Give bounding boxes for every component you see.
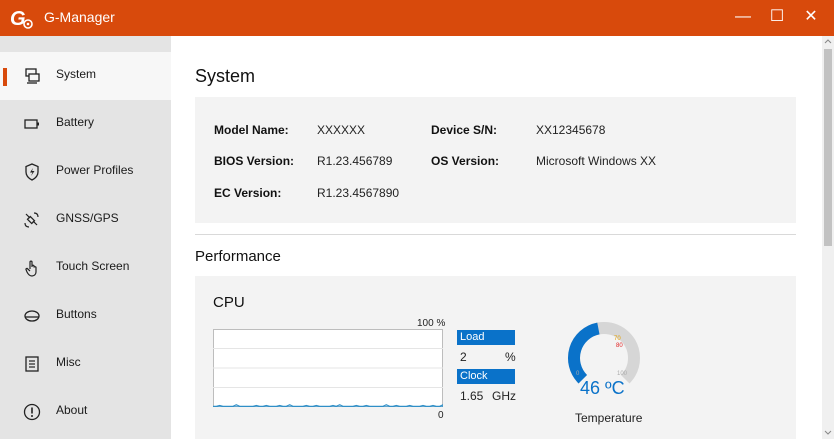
ec-version-value: R1.23.4567890 (317, 186, 400, 200)
load-label: Load (460, 331, 485, 343)
app-title: G-Manager (44, 9, 115, 25)
sidebar-item-label: Battery (56, 115, 95, 129)
active-indicator (3, 68, 7, 86)
performance-title: Performance (195, 248, 281, 265)
bios-version-value: R1.23.456789 (317, 154, 393, 168)
load-chip: Load (457, 330, 515, 345)
close-button[interactable]: ✕ (794, 0, 828, 36)
touch-hand-icon (25, 260, 37, 277)
svg-text:G: G (10, 8, 26, 30)
device-sn-label: Device S/N: (431, 123, 498, 137)
maximize-button[interactable]: ☐ (760, 0, 794, 36)
clock-label: Clock (460, 370, 488, 382)
scroll-down-icon[interactable] (824, 430, 832, 436)
power-profile-shield-icon (25, 163, 39, 181)
scrollbar-thumb[interactable] (824, 49, 832, 246)
button-icon (24, 310, 40, 322)
sidebar-item-gnss-gps[interactable]: GNSS/GPS (0, 196, 171, 244)
performance-card: CPU 100 % 0 Load 2 % Clock 1.65 GHz 70 8… (195, 276, 796, 439)
device-sn-value: XX12345678 (536, 123, 606, 137)
scroll-up-icon[interactable] (824, 38, 832, 44)
clock-value: 1.65 (460, 389, 484, 403)
os-version-label: OS Version: (431, 154, 500, 168)
sidebar-item-label: GNSS/GPS (56, 211, 119, 225)
system-icon (25, 68, 40, 84)
temperature-gauge: 70 80 0 100 (568, 322, 640, 384)
sidebar-item-label: System (56, 67, 97, 81)
gauge-tick-80: 80 (616, 343, 623, 349)
title-bar: G G-Manager — ☐ ✕ (0, 0, 834, 36)
vertical-scrollbar[interactable] (822, 36, 834, 439)
sidebar-item-label: Buttons (56, 307, 97, 321)
load-value: 2 (460, 350, 467, 364)
gauge-tick-100: 100 (617, 371, 628, 377)
graph-min-label: 0 (438, 410, 444, 421)
main-content: System Model Name: XXXXXX Device S/N: XX… (171, 36, 822, 439)
minimize-button[interactable]: — (726, 0, 760, 36)
info-icon (23, 403, 41, 421)
gauge-tick-70: 70 (614, 336, 621, 342)
temperature-label: Temperature (575, 411, 643, 425)
load-unit: % (505, 350, 516, 364)
os-version-value: Microsoft Windows XX (536, 154, 657, 168)
model-name-value: XXXXXX (317, 123, 366, 137)
cpu-title: CPU (213, 294, 245, 311)
sidebar-item-about[interactable]: About (0, 388, 171, 436)
section-divider (195, 234, 796, 235)
sidebar-item-label: Power Profiles (56, 163, 134, 177)
system-info-card: Model Name: XXXXXX Device S/N: XX1234567… (195, 97, 796, 223)
list-icon (25, 356, 39, 372)
sidebar-item-buttons[interactable]: Buttons (0, 292, 171, 340)
sidebar-item-label: About (56, 403, 88, 417)
satellite-icon (24, 212, 39, 228)
battery-icon (24, 119, 39, 129)
clock-unit: GHz (492, 389, 516, 403)
clock-chip: Clock (457, 369, 515, 384)
app-logo-icon: G (10, 8, 33, 30)
sidebar-item-power-profiles[interactable]: Power Profiles (0, 148, 171, 196)
ec-version-label: EC Version: (214, 186, 282, 200)
sidebar-item-label: Touch Screen (56, 259, 130, 273)
sidebar-item-system[interactable]: System (0, 52, 171, 100)
sidebar-item-touch-screen[interactable]: Touch Screen (0, 244, 171, 292)
sidebar-item-misc[interactable]: Misc (0, 340, 171, 388)
sidebar-item-label: Misc (56, 355, 81, 369)
graph-max-label: 100 % (417, 318, 446, 329)
bios-version-label: BIOS Version: (214, 154, 295, 168)
temperature-value: 46 ºC (580, 378, 625, 398)
sidebar: System Battery Power Profiles GNSS/GPS T… (0, 36, 171, 439)
page-title: System (195, 66, 256, 86)
model-name-label: Model Name: (214, 123, 289, 137)
cpu-load-graph (213, 329, 443, 407)
sidebar-item-battery[interactable]: Battery (0, 100, 171, 148)
